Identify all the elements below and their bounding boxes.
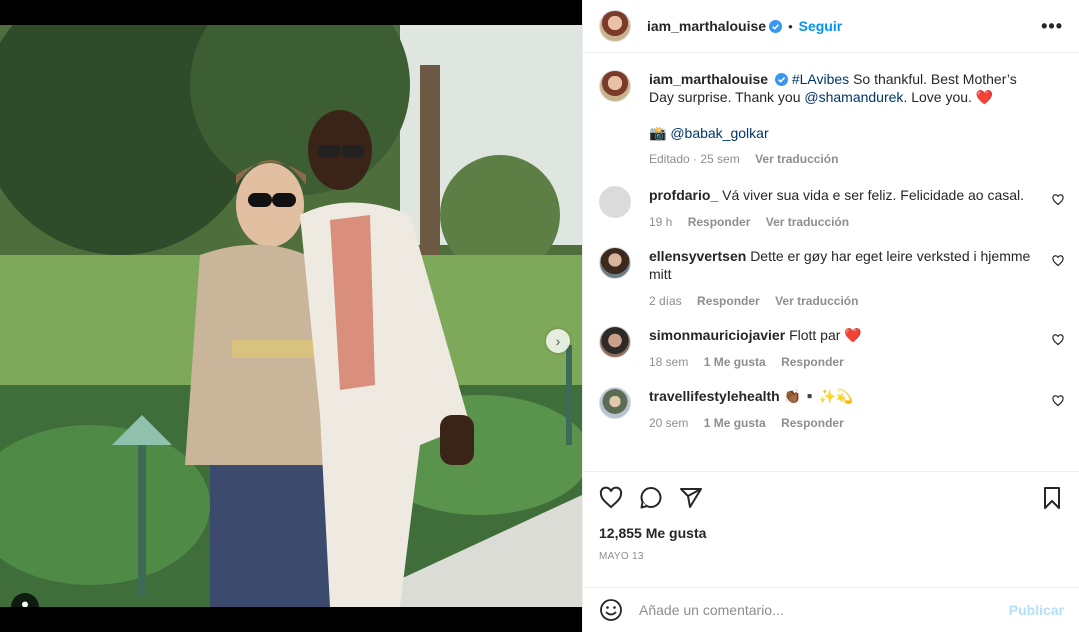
commenter-avatar[interactable]: [599, 387, 631, 419]
chevron-right-icon: ›: [555, 333, 561, 349]
comment-body: simonmauriciojavier Flott par ❤️ 18 sem …: [649, 326, 1044, 371]
commenter-username[interactable]: ellensyvertsen: [649, 248, 746, 264]
author-username[interactable]: iam_marthalouise: [647, 18, 766, 34]
comment-input[interactable]: [639, 602, 1009, 618]
reply-button[interactable]: Responder: [688, 215, 751, 229]
translate-button[interactable]: Ver traducción: [766, 215, 849, 229]
reply-button[interactable]: Responder: [697, 294, 760, 308]
comment-row: simonmauriciojavier Flott par ❤️ 18 sem …: [599, 326, 1064, 371]
caption-avatar[interactable]: [599, 70, 631, 102]
comment-meta: 2 días Responder Ver traducción: [649, 292, 1044, 310]
comment-likes[interactable]: 1 Me gusta: [704, 416, 766, 430]
share-icon[interactable]: [679, 486, 703, 510]
heart-icon[interactable]: [599, 486, 623, 510]
comment-row: ellensyvertsen Dette er gøy har eget lei…: [599, 247, 1064, 310]
comment-text: 👏🏾▪️✨💫: [783, 388, 854, 404]
comment-time[interactable]: 19 h: [649, 215, 672, 229]
caption-edited: Editado · 25 sem: [649, 152, 740, 166]
separator-bullet: •: [788, 18, 793, 34]
comment-text: Vá viver sua vida e ser feliz. Felicidad…: [722, 187, 1025, 203]
post-date[interactable]: MAYO 13: [599, 551, 1064, 562]
post-photo[interactable]: ›: [0, 25, 582, 607]
comment-composer: Publicar: [583, 587, 1079, 632]
action-icons: [599, 472, 1064, 524]
comment-icon[interactable]: [639, 486, 663, 510]
user-tag-icon: [22, 601, 28, 607]
commenter-username[interactable]: profdario_: [649, 187, 718, 203]
caption: iam_marthalouise #LAvibes So thankful. B…: [599, 70, 1064, 168]
comment-body: profdario_ Vá viver sua vida e ser feliz…: [649, 186, 1044, 231]
comment-body: ellensyvertsen Dette er gøy har eget lei…: [649, 247, 1044, 310]
post-header: iam_marthalouise • Seguir •••: [583, 0, 1079, 53]
caption-username[interactable]: iam_marthalouise: [649, 71, 768, 87]
comment-heart-icon[interactable]: [1052, 395, 1064, 407]
publish-button[interactable]: Publicar: [1009, 602, 1064, 618]
comment-heart-icon[interactable]: [1052, 194, 1064, 206]
emoji-icon[interactable]: [599, 598, 623, 622]
commenter-avatar[interactable]: [599, 326, 631, 358]
reply-button[interactable]: Responder: [781, 416, 844, 430]
like-count[interactable]: 12,855 Me gusta: [599, 525, 1064, 541]
mention-link[interactable]: @shamandurek: [804, 89, 903, 105]
commenter-avatar[interactable]: [599, 186, 631, 218]
caption-text-end: . Love you. ❤️: [903, 89, 994, 105]
translate-button[interactable]: Ver traducción: [775, 294, 858, 308]
comment-meta: 19 h Responder Ver traducción: [649, 213, 1044, 231]
bookmark-icon[interactable]: [1040, 486, 1064, 510]
comments-list[interactable]: iam_marthalouise #LAvibes So thankful. B…: [583, 54, 1079, 470]
follow-button[interactable]: Seguir: [799, 18, 843, 34]
comment-meta: 20 sem 1 Me gusta Responder: [649, 414, 1044, 432]
photo-illustration: [0, 25, 582, 607]
caption-meta: Editado · 25 sem Ver traducción: [649, 150, 1044, 168]
comment-row: travellifestylehealth 👏🏾▪️✨💫 20 sem 1 Me…: [599, 387, 1064, 432]
comment-thread: profdario_ Vá viver sua vida e ser feliz…: [599, 186, 1064, 432]
comment-time[interactable]: 20 sem: [649, 416, 688, 430]
comment-body: travellifestylehealth 👏🏾▪️✨💫 20 sem 1 Me…: [649, 387, 1044, 432]
commenter-avatar[interactable]: [599, 247, 631, 279]
commenter-username[interactable]: travellifestylehealth: [649, 388, 780, 404]
comment-heart-icon[interactable]: [1052, 334, 1064, 346]
post-sidebar: iam_marthalouise • Seguir ••• iam_martha…: [582, 0, 1079, 632]
caption-translate[interactable]: Ver traducción: [755, 152, 838, 166]
photo-credit: 📸 @babak_golkar: [649, 124, 1044, 142]
comment-time[interactable]: 18 sem: [649, 355, 688, 369]
next-photo-button[interactable]: ›: [546, 329, 570, 353]
comment-likes[interactable]: 1 Me gusta: [704, 355, 766, 369]
reply-button[interactable]: Responder: [781, 355, 844, 369]
comment-heart-icon[interactable]: [1052, 255, 1064, 267]
comment-time[interactable]: 2 días: [649, 294, 682, 308]
action-bar: 12,855 Me gusta MAYO 13: [583, 471, 1079, 562]
comment-row: profdario_ Vá viver sua vida e ser feliz…: [599, 186, 1064, 231]
verified-icon: [774, 73, 788, 86]
credit-mention-link[interactable]: @babak_golkar: [670, 125, 768, 141]
author-avatar[interactable]: [599, 10, 631, 42]
verified-icon: [769, 19, 783, 33]
caption-body: iam_marthalouise #LAvibes So thankful. B…: [649, 70, 1044, 168]
media-panel: ›: [0, 0, 582, 632]
more-icon[interactable]: •••: [1041, 16, 1063, 37]
hashtag-link[interactable]: #LAvibes: [792, 71, 849, 87]
comment-meta: 18 sem 1 Me gusta Responder: [649, 353, 1044, 371]
instagram-post-modal: › iam_marthalouise • Seguir ••• iam_mart…: [0, 0, 1079, 632]
commenter-username[interactable]: simonmauriciojavier: [649, 327, 785, 343]
camera-emoji: 📸: [649, 125, 667, 141]
comment-text: Flott par ❤️: [789, 327, 862, 343]
